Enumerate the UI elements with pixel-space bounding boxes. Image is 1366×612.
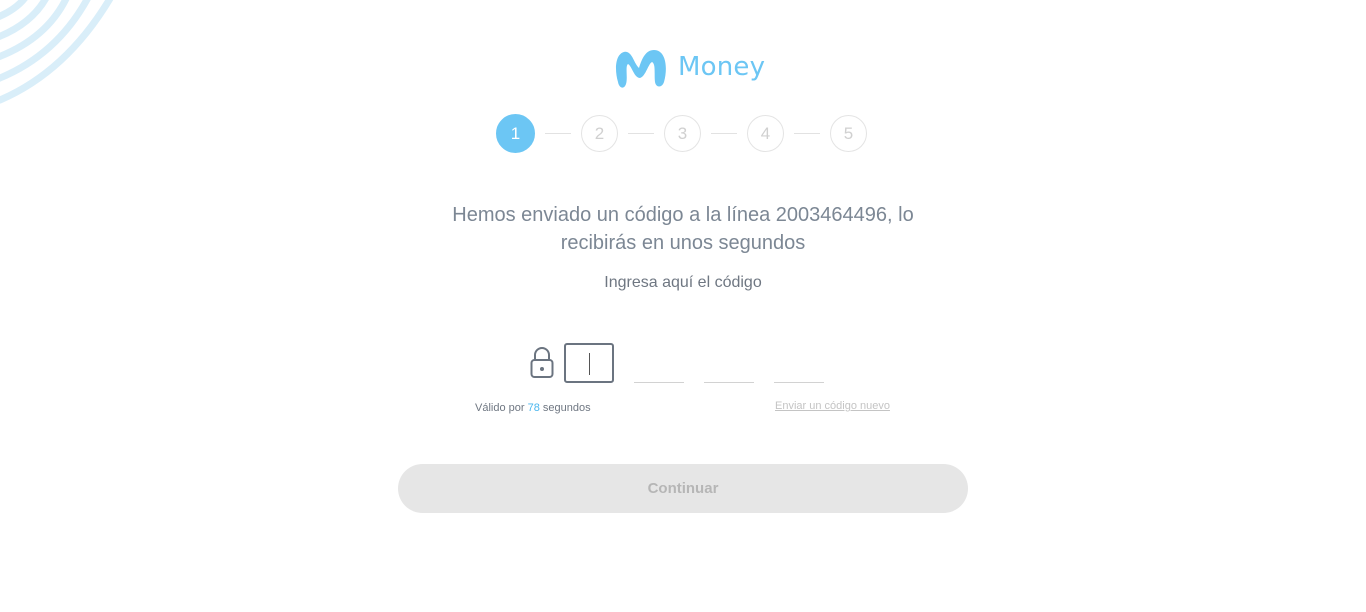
code-digit-3-input[interactable] — [704, 343, 754, 383]
step-3: 3 — [664, 115, 701, 152]
resend-code-link[interactable]: Enviar un código nuevo — [775, 400, 890, 412]
text-caret — [589, 353, 590, 375]
step-connector — [628, 133, 654, 134]
sent-code-message: Hemos enviado un código a la línea 20034… — [383, 201, 983, 257]
movistar-m-icon — [616, 50, 666, 88]
step-connector — [545, 133, 571, 134]
step-5: 5 — [830, 115, 867, 152]
step-connector — [794, 133, 820, 134]
validity-suffix: segundos — [542, 402, 591, 414]
step-2: 2 — [581, 115, 618, 152]
continue-button[interactable]: Continuar — [398, 464, 968, 513]
sent-code-message-line-2: recibirás en unos segundos — [560, 232, 806, 254]
code-digit-4-input[interactable] — [774, 343, 824, 383]
code-digit-1-input[interactable] — [564, 343, 614, 383]
lock-icon — [530, 347, 554, 378]
corner-stripes-decoration — [0, 0, 114, 104]
code-instruction: Ingresa aquí el código — [604, 274, 762, 291]
otp-verification-page: Money 1 2 3 4 5 Hemos enviado un código … — [0, 0, 1366, 612]
step-4: 4 — [747, 115, 784, 152]
step-connector — [711, 133, 737, 134]
progress-stepper: 1 2 3 4 5 — [496, 114, 867, 153]
code-digit-2-input[interactable] — [634, 343, 684, 383]
validity-prefix: Válido por — [475, 402, 525, 414]
sent-code-message-line-1: Hemos enviado un código a la línea 20034… — [452, 204, 914, 226]
validity-countdown: Válido por 78 segundos — [475, 402, 591, 414]
brand-logo: Money — [612, 46, 765, 92]
validity-seconds: 78 — [527, 402, 540, 414]
brand-name: Money — [678, 52, 766, 82]
step-1: 1 — [496, 114, 535, 153]
